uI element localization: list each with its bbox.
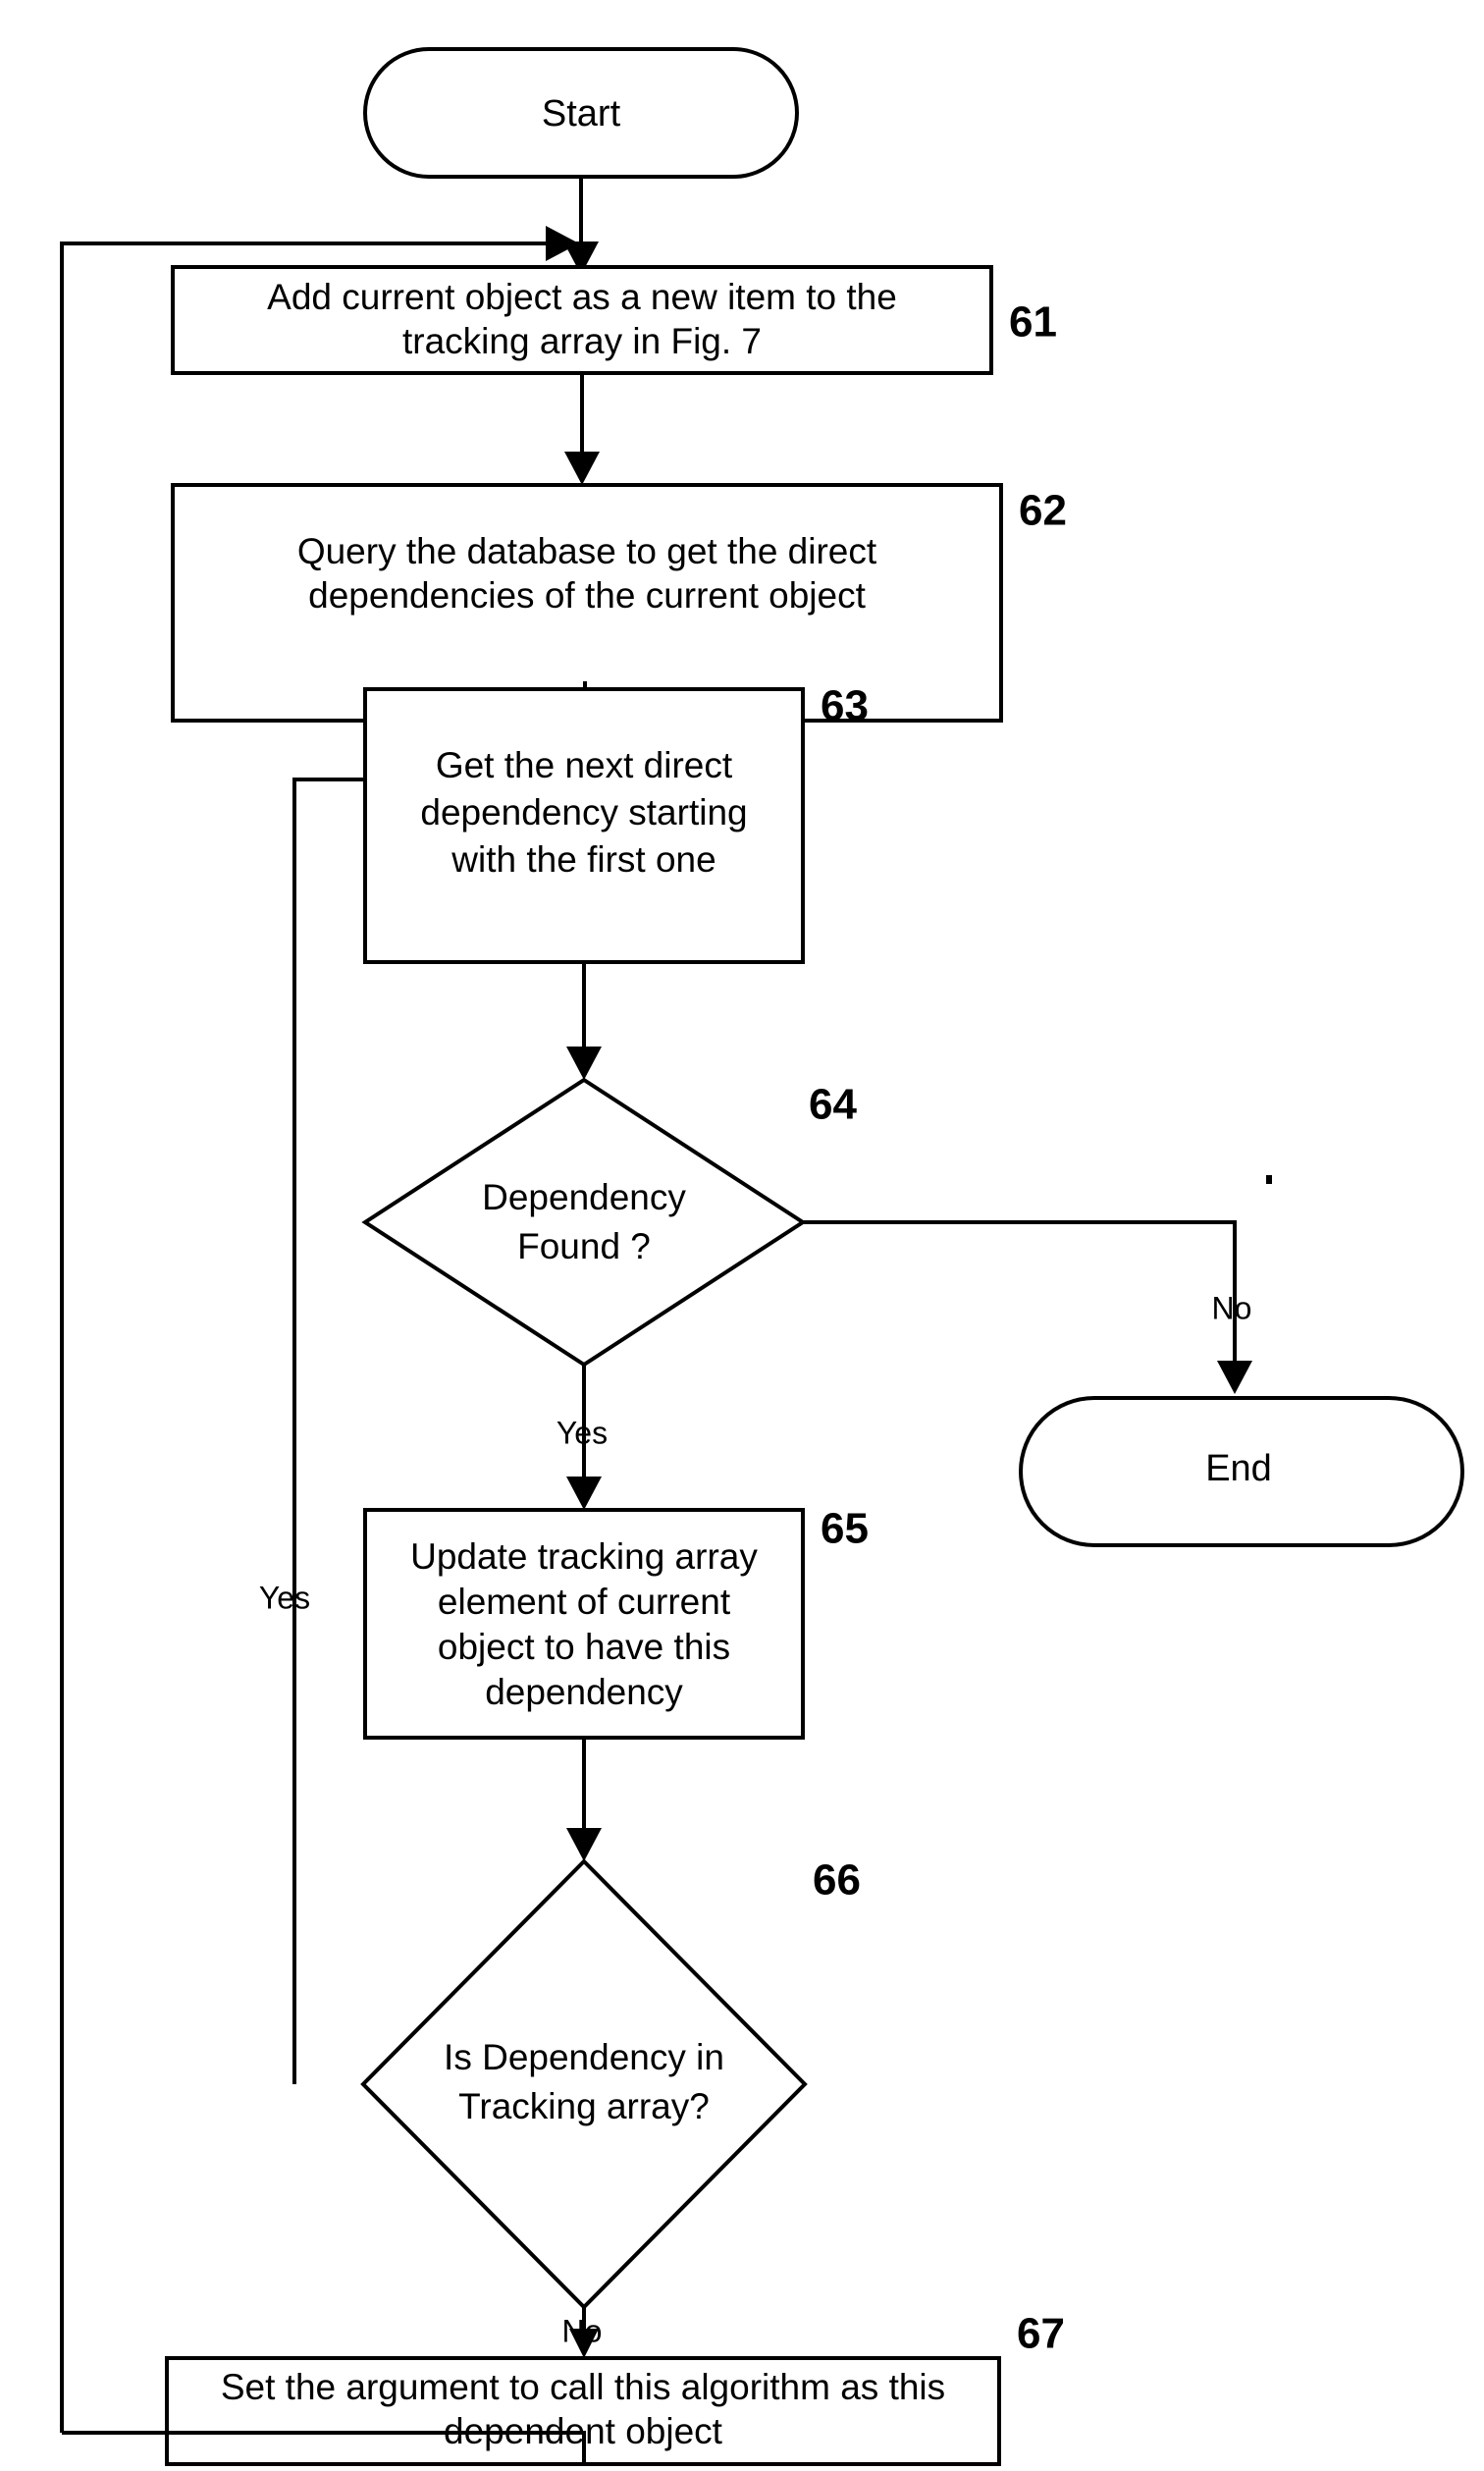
step64-diamond bbox=[361, 1077, 807, 1368]
step61-line2: tracking array in Fig. 7 bbox=[402, 321, 762, 361]
end-label: End bbox=[1205, 1448, 1272, 1489]
step62-line1: Query the database to get the direct bbox=[297, 531, 877, 571]
arrowhead-61-to-62 bbox=[564, 452, 600, 485]
edge-label-64-no: No bbox=[1212, 1290, 1252, 1325]
node-start: Start bbox=[363, 47, 799, 179]
step62-line2: dependencies of the current object bbox=[308, 575, 866, 616]
step67-line1: Set the argument to call this algorithm … bbox=[221, 2367, 945, 2407]
step65-ref: 65 bbox=[821, 1505, 869, 1553]
edge-64-no-to-end bbox=[803, 1220, 1237, 1382]
step64-line2: Found ? bbox=[517, 1226, 651, 1266]
arrowhead-64-no-to-end bbox=[1217, 1361, 1252, 1394]
node-step62: Query the database to get the direct dep… bbox=[171, 483, 1067, 723]
edge-label-66-yes: Yes bbox=[259, 1580, 310, 1615]
step64-line1: Dependency bbox=[482, 1177, 686, 1217]
node-step64: Dependency Found ? 64 bbox=[361, 1077, 857, 1368]
start-label: Start bbox=[542, 93, 621, 134]
node-step67: Set the argument to call this algorithm … bbox=[165, 2310, 1065, 2466]
step65-line4: dependency bbox=[485, 1672, 683, 1712]
step67-ref: 67 bbox=[1017, 2310, 1065, 2358]
edge-label-64-yes: Yes bbox=[556, 1415, 608, 1450]
step66-ref: 66 bbox=[813, 1856, 861, 1905]
arrowhead-63-to-64 bbox=[566, 1047, 602, 1080]
step62-ref: 62 bbox=[1019, 487, 1067, 535]
arrowhead-65-to-66 bbox=[566, 1828, 602, 1861]
step66-line2: Tracking array? bbox=[458, 2086, 710, 2126]
node-step61: Add current object as a new item to the … bbox=[171, 265, 1057, 375]
arrowhead-64-yes-to-65 bbox=[566, 1477, 602, 1510]
step64-ref: 64 bbox=[809, 1081, 857, 1129]
step63-line2: dependency starting bbox=[420, 792, 747, 833]
edge-inner-feedback-loop bbox=[292, 778, 571, 2084]
node-step66: Is Dependency in Tracking array? 66 bbox=[360, 1856, 861, 2310]
edge-label-66-no: No bbox=[562, 2313, 603, 2348]
step61-ref: 61 bbox=[1009, 298, 1057, 347]
step65-line1: Update tracking array bbox=[410, 1536, 758, 1577]
node-step63: Get the next direct dependency starting … bbox=[363, 682, 869, 964]
step65-line2: element of current bbox=[438, 1582, 731, 1622]
step66-diamond bbox=[360, 1858, 808, 2310]
node-step65: Update tracking array element of current… bbox=[363, 1505, 869, 1740]
step63-line1: Get the next direct bbox=[436, 745, 733, 785]
step66-line1: Is Dependency in bbox=[444, 2037, 724, 2077]
flowchart-svg: Start Add current object as a new item t… bbox=[60, 47, 1464, 2466]
flowchart-canvas: Start Add current object as a new item t… bbox=[0, 0, 1484, 2471]
step65-line3: object to have this bbox=[438, 1627, 730, 1667]
scan-speck bbox=[1266, 1175, 1272, 1184]
step63-ref: 63 bbox=[821, 682, 869, 730]
step63-line3: with the first one bbox=[450, 839, 716, 880]
node-end: End bbox=[1019, 1396, 1464, 1547]
step61-line1: Add current object as a new item to the bbox=[267, 277, 897, 317]
